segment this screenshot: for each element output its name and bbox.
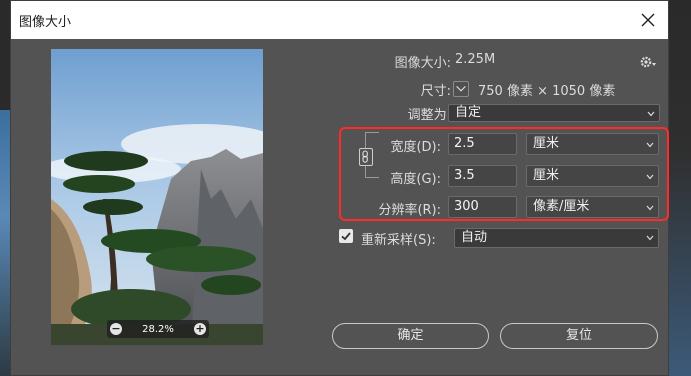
width-input[interactable]: 2.5 (448, 133, 517, 155)
resolution-label: 分辨率(R): (378, 203, 441, 218)
title-bar: 图像大小 (11, 1, 668, 39)
image-size-value: 2.25M (455, 52, 496, 67)
chevron-down-icon (456, 85, 466, 92)
height-unit-select[interactable]: 厘米 (526, 165, 659, 187)
fit-to-value: 自定 (455, 105, 482, 120)
resample-checkbox[interactable] (339, 229, 353, 243)
zoom-level: 28.2% (142, 323, 174, 335)
chevron-down-icon (647, 111, 655, 117)
window-title: 图像大小 (19, 14, 72, 30)
height-label: 高度(G): (390, 172, 441, 187)
image-preview[interactable]: − 28.2% + (51, 49, 263, 345)
chevron-down-icon (646, 205, 654, 211)
zoom-out-icon[interactable]: − (110, 323, 122, 335)
height-unit-value: 厘米 (533, 168, 560, 183)
height-input[interactable]: 3.5 (448, 165, 517, 187)
resolution-unit-select[interactable]: 像素/厘米 (526, 196, 659, 218)
fit-to-label: 调整为: (407, 108, 451, 123)
zoom-control: − 28.2% + (107, 320, 209, 338)
fit-to-select[interactable]: 自定 (448, 104, 660, 122)
resolution-unit-value: 像素/厘米 (533, 199, 590, 214)
width-label: 宽度(D): (390, 140, 441, 155)
gear-icon[interactable] (639, 55, 657, 69)
resample-select[interactable]: 自动 (454, 228, 659, 248)
reset-button[interactable]: 复位 (500, 323, 658, 349)
image-size-label: 图像大小: (394, 56, 451, 71)
checkmark-icon (341, 232, 351, 241)
resolution-input[interactable]: 300 (448, 196, 517, 218)
chevron-down-icon (646, 174, 654, 180)
dimensions-dropdown[interactable] (453, 81, 469, 97)
dimensions-value: 750 像素 × 1050 像素 (478, 84, 616, 99)
chevron-down-icon (646, 142, 654, 148)
chevron-down-icon (646, 235, 654, 241)
ok-button[interactable]: 确定 (332, 323, 489, 349)
width-unit-select[interactable]: 厘米 (526, 133, 659, 155)
zoom-in-icon[interactable]: + (194, 323, 206, 335)
image-size-dialog: 图像大小 − 28.2% + 图像大小: 2.25M 尺寸: 750 像素 × … (10, 0, 669, 376)
dimensions-label: 尺寸: (420, 84, 451, 99)
landscape-photo (51, 49, 263, 345)
background-image-right (669, 0, 691, 376)
resample-value: 自动 (461, 230, 488, 245)
resample-label: 重新采样(S): (361, 233, 436, 248)
close-icon[interactable] (638, 10, 658, 30)
width-unit-value: 厘米 (533, 136, 560, 151)
